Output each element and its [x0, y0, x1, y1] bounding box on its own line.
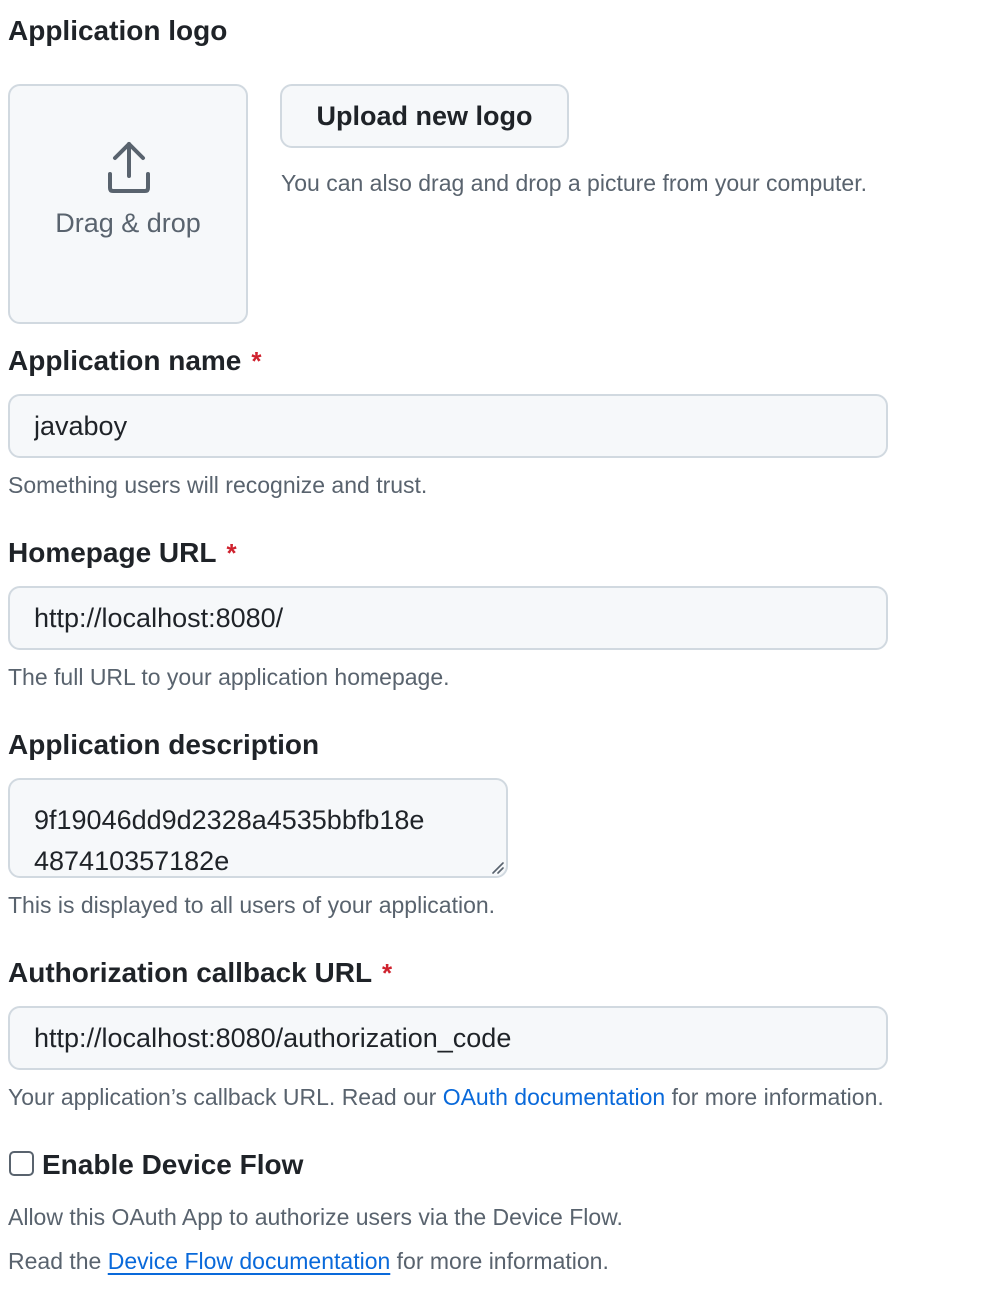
enable-device-flow-checkbox[interactable]: [9, 1151, 34, 1176]
logo-dropzone[interactable]: Drag & drop: [8, 84, 248, 324]
required-mark: *: [251, 346, 262, 376]
homepage-url-label-text: Homepage URL: [8, 537, 217, 568]
application-name-label-text: Application name: [8, 345, 242, 376]
logo-label: Application logo: [8, 15, 228, 46]
homepage-url-label: Homepage URL *: [8, 536, 237, 570]
oauth-documentation-link[interactable]: OAuth documentation: [443, 1084, 665, 1110]
homepage-url-input[interactable]: [8, 586, 888, 650]
upload-logo-button[interactable]: Upload new logo: [280, 84, 569, 148]
device-flow-documentation-link[interactable]: Device Flow documentation: [108, 1248, 391, 1274]
device-flow-docs-prefix: Read the: [8, 1248, 108, 1274]
enable-device-flow-label[interactable]: Enable Device Flow: [42, 1148, 303, 1182]
application-description-label: Application description: [8, 729, 320, 760]
callback-hint-suffix: for more information.: [665, 1084, 884, 1110]
required-mark: *: [382, 958, 393, 988]
callback-hint-prefix: Your application’s callback URL. Read ou…: [8, 1084, 443, 1110]
application-name-input[interactable]: [8, 394, 888, 458]
callback-url-label: Authorization callback URL *: [8, 956, 392, 990]
device-flow-docs-suffix: for more information.: [390, 1248, 609, 1274]
logo-hint: You can also drag and drop a picture fro…: [281, 170, 867, 196]
callback-url-hint: Your application’s callback URL. Read ou…: [8, 1082, 884, 1112]
required-mark: *: [226, 538, 237, 568]
application-name-hint: Something users will recognize and trust…: [8, 472, 428, 498]
application-name-label: Application name *: [8, 344, 262, 378]
callback-url-input[interactable]: [8, 1006, 888, 1070]
device-flow-hint: Allow this OAuth App to authorize users …: [8, 1204, 623, 1230]
dropzone-text: Drag & drop: [55, 208, 201, 238]
callback-url-label-text: Authorization callback URL: [8, 957, 373, 988]
device-flow-docs-hint: Read the Device Flow documentation for m…: [8, 1246, 609, 1276]
upload-icon: [108, 142, 150, 193]
application-description-hint: This is displayed to all users of your a…: [8, 892, 496, 918]
homepage-url-hint: The full URL to your application homepag…: [8, 664, 450, 690]
application-description-textarea[interactable]: 9f19046dd9d2328a4535bbfb18e 487410357182…: [8, 778, 508, 878]
application-description-wrapper: 9f19046dd9d2328a4535bbfb18e 487410357182…: [8, 778, 508, 878]
resize-grip-icon[interactable]: [490, 860, 504, 874]
